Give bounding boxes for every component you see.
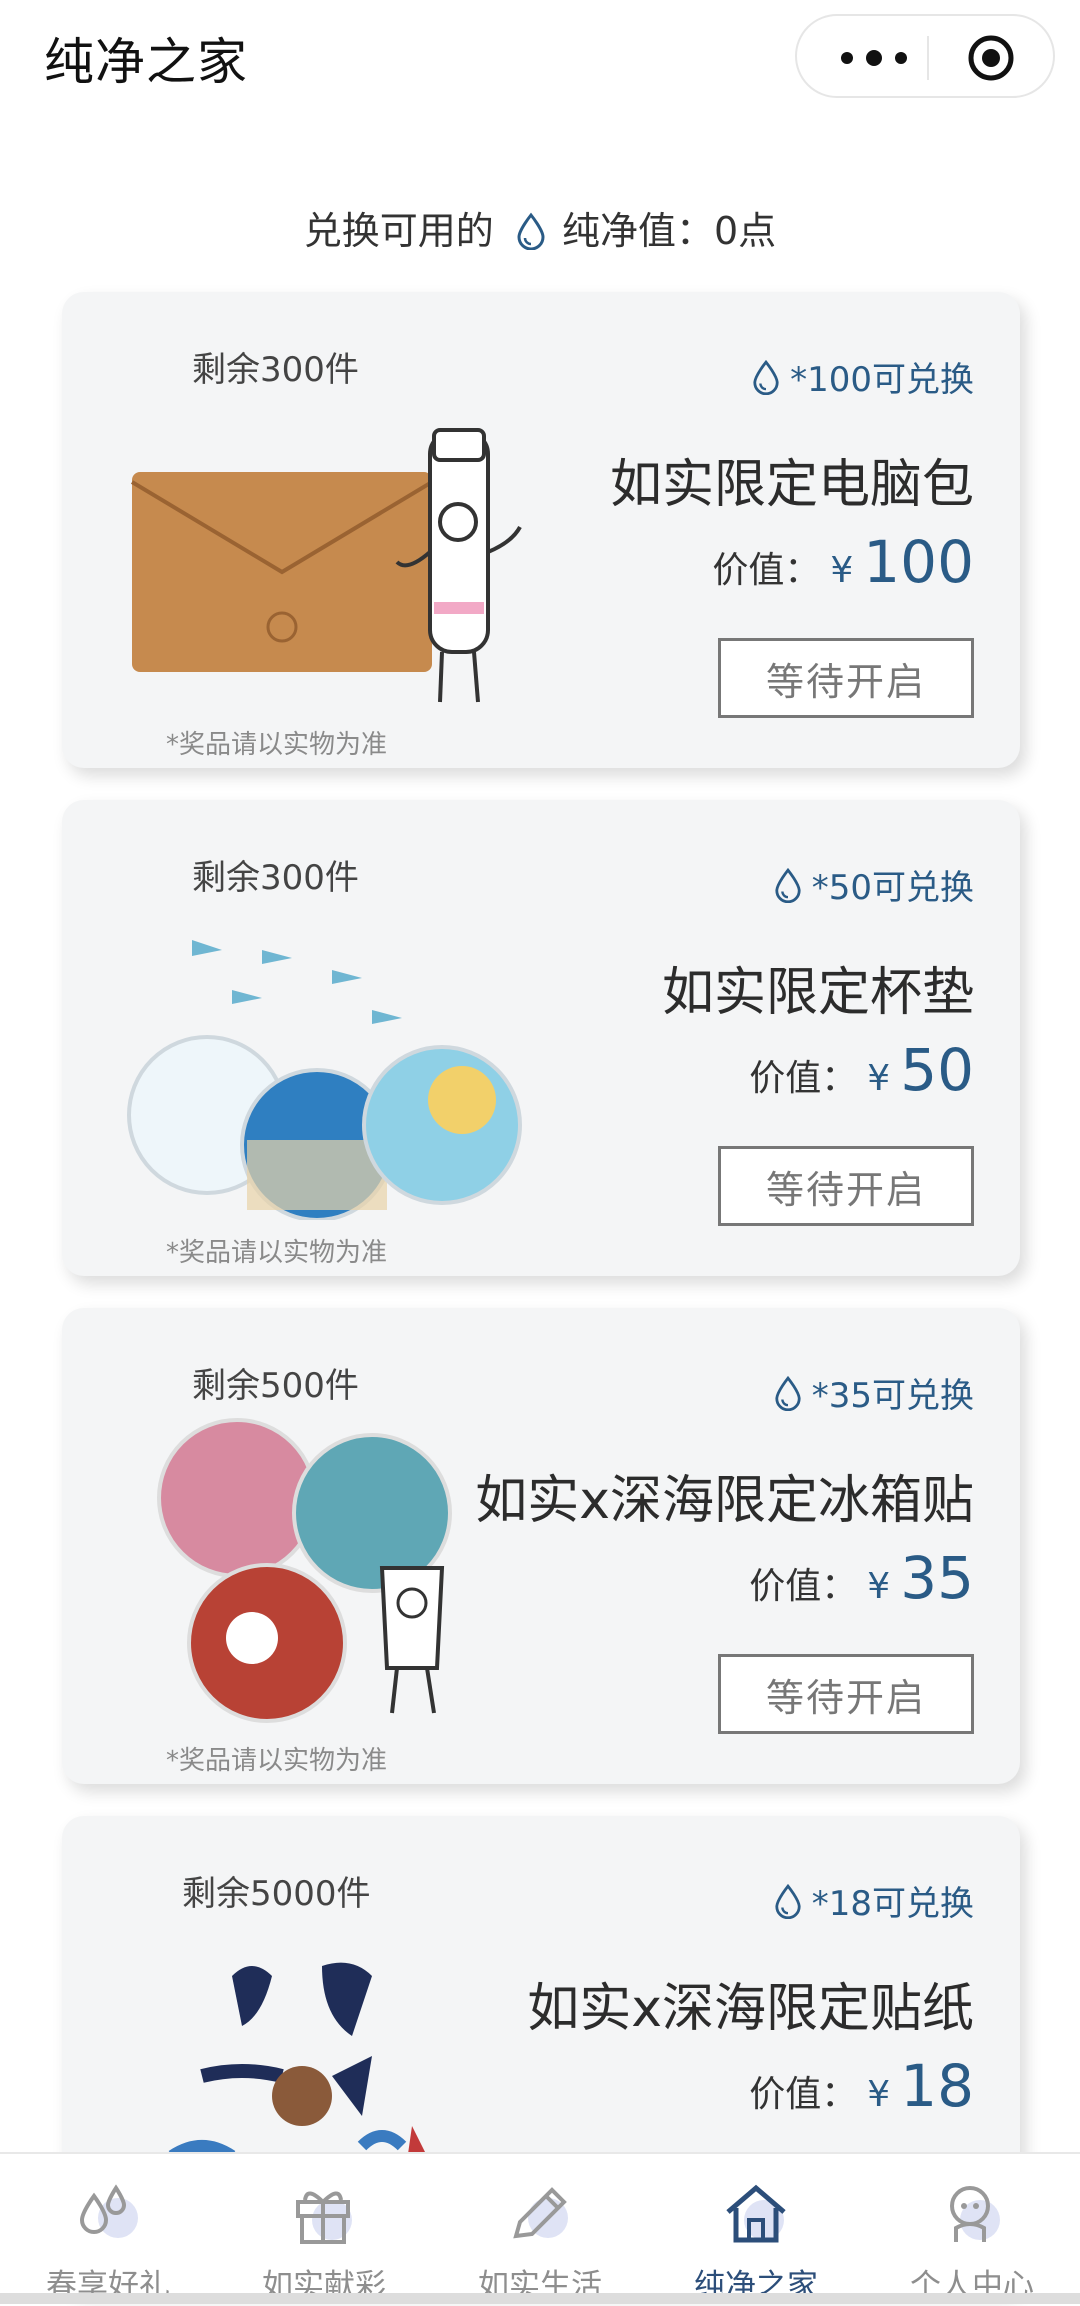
currency-symbol: ¥ [867, 2074, 891, 2115]
reward-card-fridge-magnets: 剩余500件 *35可兑换 如实x深海限定冰箱贴 价值： ¥ 35 等待开启 *… [62, 1308, 1020, 1784]
water-drop-icon [775, 1883, 801, 1919]
exchange-cost: *35可兑换 [774, 1368, 974, 1417]
coasters-image [127, 940, 522, 1220]
fridge-magnets-image [157, 1418, 452, 1723]
value-label: 价值： [749, 1566, 858, 1607]
reward-card-coasters: 剩余300件 *50可兑换 如实限定杯垫 价值： ¥ 50 等待开启 *奖品请以… [62, 800, 1020, 1276]
app-header: 纯净之家 [0, 0, 1080, 112]
points-value: 纯净值：0点 [562, 209, 777, 253]
value-label: 价值： [749, 1058, 858, 1099]
water-drop-icon [517, 212, 545, 250]
remaining-count: 剩余500件 [192, 1366, 359, 1406]
water-drop-icon [753, 359, 779, 395]
prize-note: *奖品请以实物为准 [166, 1238, 388, 1268]
value-amount: 18 [900, 2052, 974, 2120]
prize-note: *奖品请以实物为准 [166, 1746, 388, 1776]
bottom-tab-bar: 春享好礼 如实献彩 如实生活 纯净之家 个人中心 [0, 2152, 1080, 2304]
pencil-icon [513, 2187, 568, 2239]
reward-name: 如实限定电脑包 [609, 455, 974, 515]
wait-open-button[interactable]: 等待开启 [718, 1654, 974, 1734]
currency-symbol: ¥ [867, 1058, 891, 1099]
prize-note: *奖品请以实物为准 [166, 730, 388, 760]
value-amount: 50 [900, 1036, 974, 1104]
drops-icon [79, 2184, 138, 2238]
remaining-count: 剩余300件 [192, 350, 359, 390]
reward-value: 价值： ¥ 35 [749, 1544, 974, 1612]
exchange-cost: *18可兑换 [774, 1876, 974, 1925]
tab-rushi-colors[interactable]: 如实献彩 [216, 2154, 432, 2306]
currency-symbol: ¥ [830, 550, 854, 591]
tab-spring-gifts[interactable]: 春享好礼 [0, 2154, 216, 2306]
target-icon[interactable] [967, 34, 1015, 82]
remaining-count: 剩余300件 [192, 858, 359, 898]
home-indicator [0, 2293, 1080, 2304]
currency-symbol: ¥ [867, 1566, 891, 1607]
reward-value: 价值： ¥ 50 [749, 1036, 974, 1104]
exchange-cost-text: *35可兑换 [811, 1376, 974, 1416]
water-drop-icon [775, 867, 801, 903]
page-title: 纯净之家 [44, 33, 248, 91]
reward-name: 如实限定杯垫 [661, 963, 974, 1023]
remaining-count: 剩余5000件 [182, 1874, 371, 1914]
capsule-divider [927, 36, 929, 80]
tab-personal-center[interactable]: 个人中心 [864, 2154, 1080, 2306]
tab-rushi-life[interactable]: 如实生活 [432, 2154, 648, 2306]
available-points: 兑换可用的 纯净值：0点 [0, 200, 1080, 255]
exchange-cost-text: *100可兑换 [790, 360, 974, 400]
mini-program-capsule [795, 14, 1055, 98]
value-amount: 100 [863, 528, 974, 596]
reward-value: 价值： ¥ 100 [712, 528, 974, 596]
exchange-cost-text: *50可兑换 [811, 868, 974, 908]
water-drop-icon [775, 1375, 801, 1411]
gift-icon [296, 2191, 352, 2244]
exchange-cost: *50可兑换 [774, 860, 974, 909]
value-amount: 35 [900, 1544, 974, 1612]
tab-pure-home[interactable]: 纯净之家 [648, 2154, 864, 2306]
value-label: 价值： [712, 550, 821, 591]
value-label: 价值： [749, 2074, 858, 2115]
reward-card-laptop-bag: 剩余300件 *100可兑换 如实限定电脑包 价值： ¥ 100 等待开启 *奖… [62, 292, 1020, 768]
laptop-bag-image [130, 428, 522, 703]
wait-open-button[interactable]: 等待开启 [718, 1146, 974, 1226]
exchange-cost: *100可兑换 [752, 352, 974, 401]
reward-value: 价值： ¥ 18 [749, 2052, 974, 2120]
reward-name: 如实x深海限定贴纸 [527, 1979, 974, 2039]
exchange-cost-text: *18可兑换 [811, 1884, 974, 1924]
home-icon [726, 2184, 786, 2243]
wait-open-button[interactable]: 等待开启 [718, 638, 974, 718]
avatar-icon [950, 2186, 1000, 2242]
more-dots-icon[interactable] [829, 44, 919, 72]
points-label: 兑换可用的 [303, 209, 494, 253]
